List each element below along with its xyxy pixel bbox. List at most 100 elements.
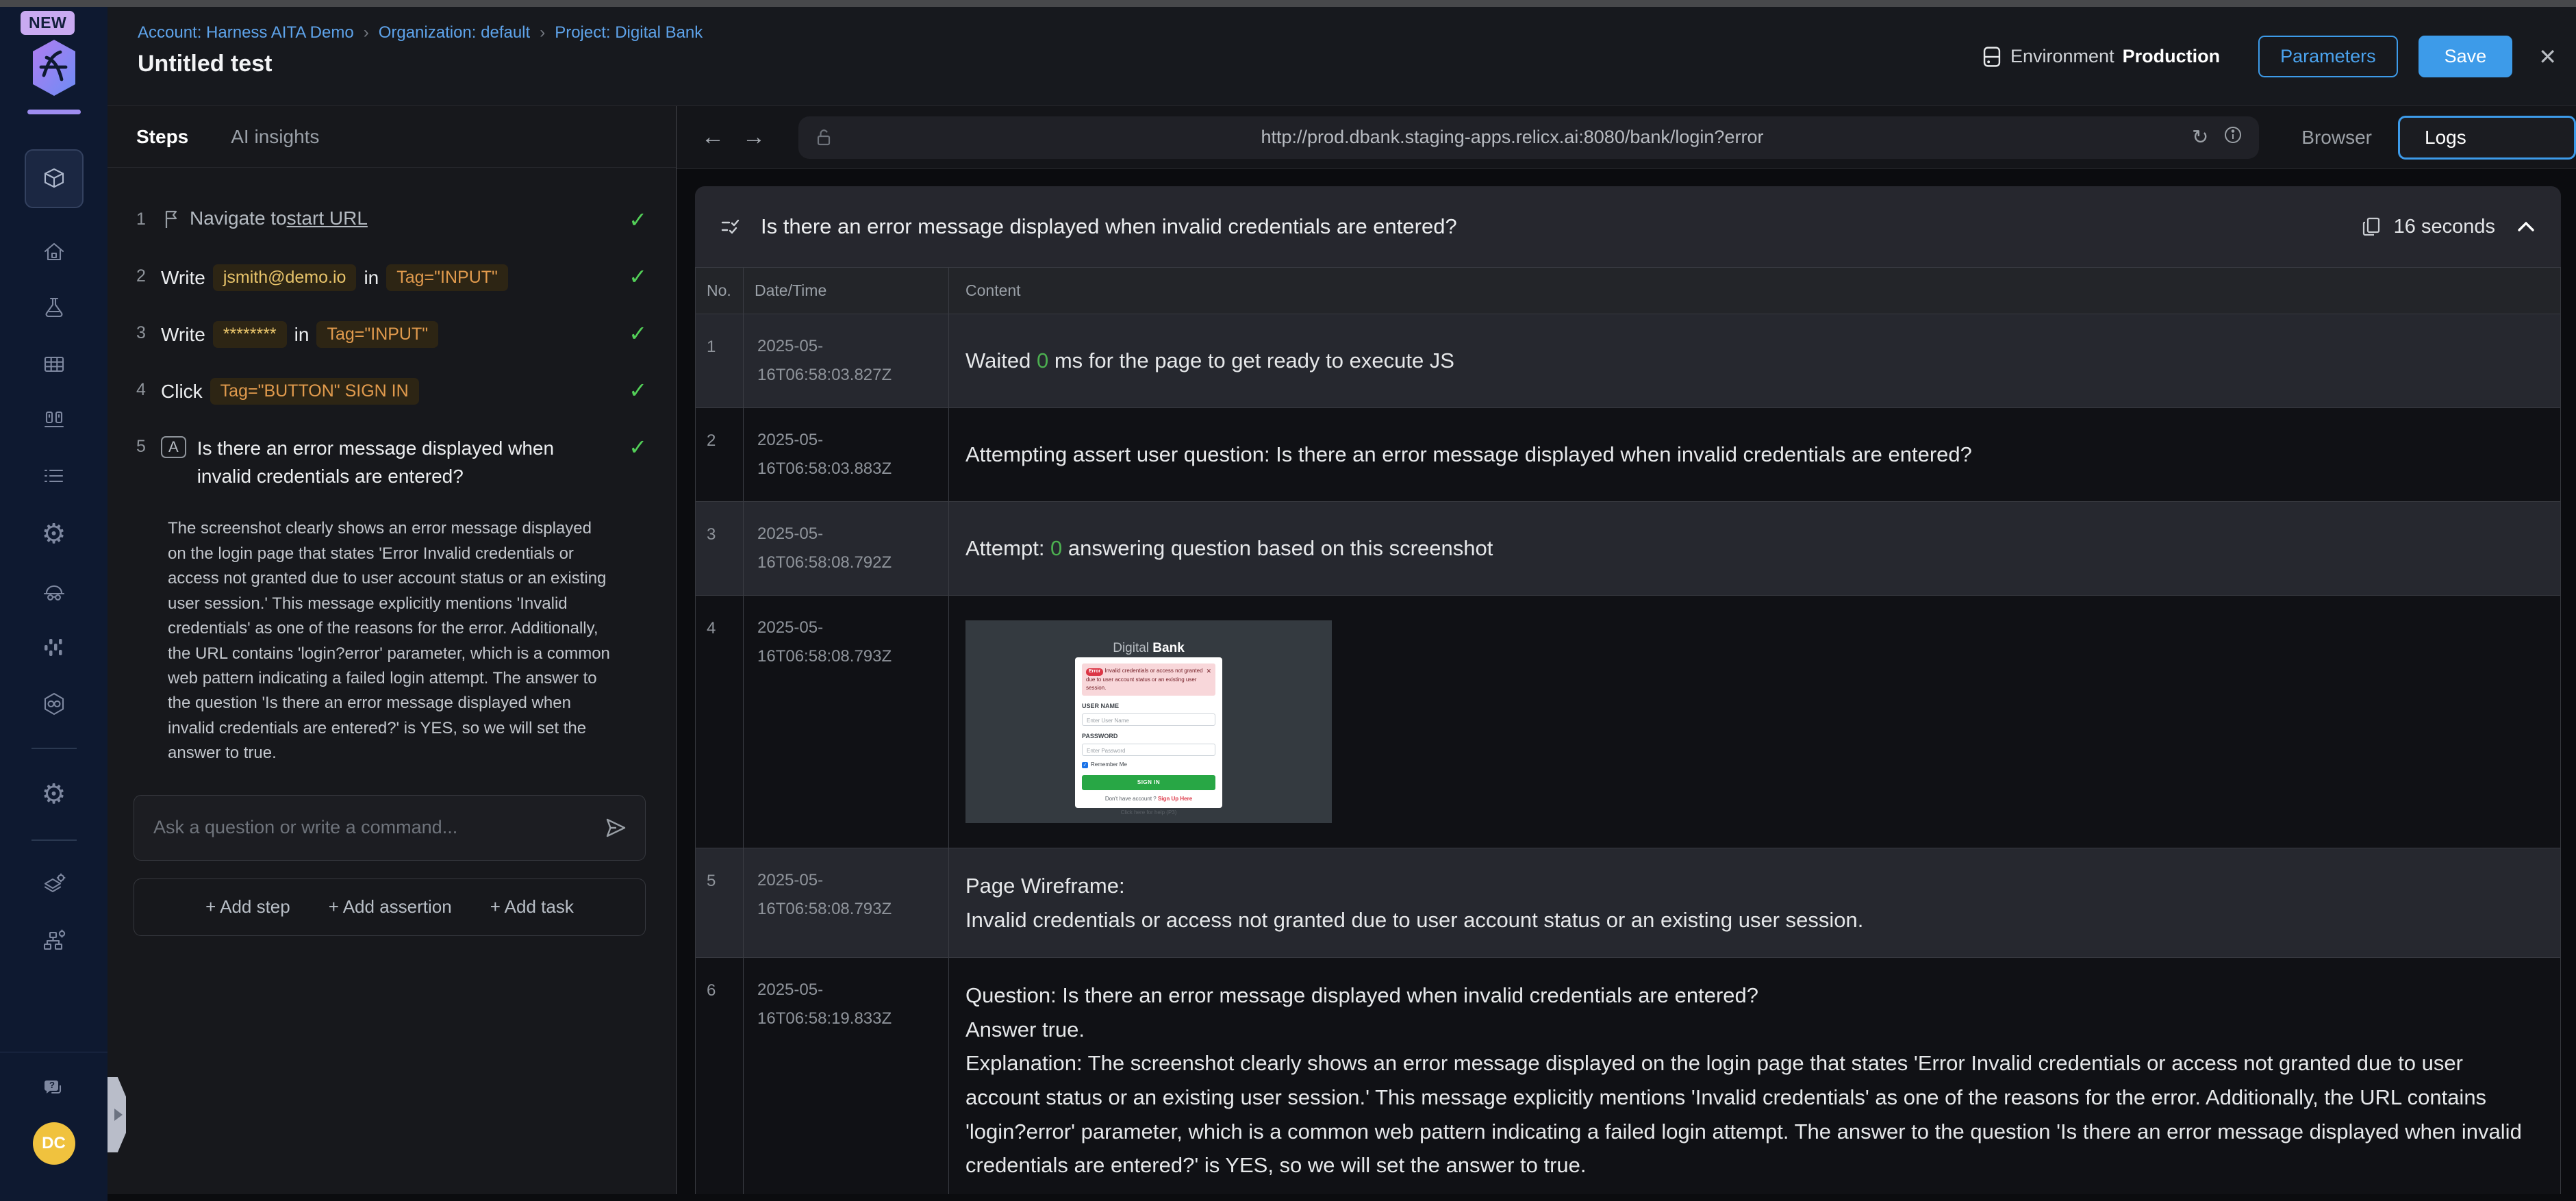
row-number: 2 [696, 408, 744, 501]
command-input[interactable] [134, 817, 604, 839]
add-step-button[interactable]: + Add step [205, 896, 290, 918]
log-table-header: No. Date/Time Content [696, 268, 2560, 314]
sidebar-item-settings[interactable]: ⚙ [42, 520, 66, 548]
breadcrumb: Account: Harness AITA Demo › Organizatio… [138, 23, 703, 42]
thumb-checkbox-icon: ✓ [1082, 762, 1088, 769]
step-verb: Click [161, 380, 203, 402]
thumb-password-input: Enter Password [1082, 744, 1215, 757]
add-task-button[interactable]: + Add task [490, 896, 574, 918]
duration-badge: 16 seconds [2393, 215, 2495, 238]
left-nav-sidebar: NEW ⚙ ⚙ ? DC [0, 7, 108, 1201]
save-button[interactable]: Save [2418, 36, 2513, 77]
sidebar-item-network-settings[interactable] [42, 928, 66, 953]
sidebar-item-layers-settings[interactable] [42, 872, 66, 897]
start-url-link[interactable]: start URL [287, 207, 368, 229]
step-value-badge: ******** [212, 321, 287, 348]
url-text[interactable]: http://prod.dbank.staging-apps.relicx.ai… [833, 127, 2192, 148]
forward-icon[interactable]: → [742, 124, 766, 151]
module-box-icon [44, 168, 64, 188]
step-number: 2 [136, 266, 146, 286]
step-number: 1 [136, 210, 146, 229]
sidebar-item-home[interactable] [42, 240, 66, 264]
step-connector: in [294, 323, 310, 345]
checklist-icon [721, 219, 740, 234]
row-number: 6 [696, 958, 744, 1194]
breadcrumb-account[interactable]: Account: Harness AITA Demo [138, 23, 354, 42]
sidebar-bottom-section: ? DC [0, 1052, 108, 1201]
thumb-help-line: Click here for help (P3) [1120, 809, 1177, 816]
step-verb: Write [161, 323, 205, 345]
logs-view-button[interactable]: Logs [2398, 115, 2576, 160]
main-panel: ← → http://prod.dbank.staging-apps.relic… [677, 106, 2576, 1194]
thumb-signin-button: SIGN IN [1082, 775, 1215, 791]
breadcrumb-organization[interactable]: Organization: default [379, 23, 530, 42]
sidebar-item-list[interactable] [42, 464, 66, 489]
harness-logo[interactable] [29, 38, 79, 101]
sidebar-item-stages[interactable] [42, 408, 66, 433]
thumb-brand: Digital Bank [1113, 641, 1185, 655]
parameters-button[interactable]: Parameters [2258, 36, 2398, 77]
sidebar-item-chaos[interactable] [42, 635, 66, 660]
sidebar-item-flask[interactable] [42, 296, 66, 320]
row-content: Question: Is there an error message disp… [965, 983, 2522, 1178]
log-row-1: 1 2025-05- 16T06:58:03.827Z Waited 0 ms f… [696, 314, 2560, 407]
step-row-1[interactable]: 1 Navigate to start URL ✓ [108, 207, 676, 234]
step-selector-badge: Tag="INPUT" [316, 321, 439, 348]
step-row-3[interactable]: 3 Write ******** in Tag="INPUT" ✓ [108, 321, 676, 348]
step-success-check-icon: ✓ [629, 378, 647, 403]
thumb-signup-line: Don't have account ? Sign Up Here [1104, 796, 1193, 802]
row-datetime: 2025-05- 16T06:58:03.827Z [744, 314, 949, 407]
tab-ai-insights[interactable]: AI insights [231, 126, 319, 148]
breadcrumb-separator: › [363, 23, 369, 42]
send-icon[interactable] [604, 816, 645, 839]
thumb-username-label: USER NAME [1082, 702, 1120, 709]
screenshot-thumbnail[interactable]: Digital Bank Error Invalid credentials o… [965, 620, 1332, 823]
thumb-error-badge: Error [1086, 668, 1104, 676]
address-bar[interactable]: http://prod.dbank.staging-apps.relicx.ai… [798, 116, 2260, 159]
lock-open-icon [817, 129, 831, 145]
sidebar-item-cd[interactable] [42, 692, 66, 716]
environment-icon [1983, 46, 2001, 67]
browser-view-button[interactable]: Browser [2285, 117, 2388, 158]
step-success-check-icon: ✓ [629, 207, 647, 232]
log-row-4: 4 2025-05- 16T06:58:08.793Z Digital Bank … [696, 595, 2560, 848]
step-success-check-icon: ✓ [629, 435, 647, 459]
sidebar-item-grid[interactable] [42, 352, 66, 377]
step-number: 5 [136, 437, 146, 456]
column-header-no: No. [696, 268, 744, 314]
log-row-5: 5 2025-05- 16T06:58:08.793Z Page Wirefram… [696, 848, 2560, 958]
refresh-icon[interactable]: ↻ [2192, 125, 2208, 149]
help-button[interactable]: ? [42, 1077, 66, 1102]
close-icon[interactable]: ✕ [2538, 44, 2557, 70]
sidebar-item-account-settings[interactable]: ⚙ [42, 781, 66, 808]
active-module-underline [27, 110, 81, 114]
copy-icon[interactable] [2361, 216, 2382, 238]
add-assertion-button[interactable]: + Add assertion [329, 896, 452, 918]
sidebar-item-incognito[interactable] [42, 579, 66, 604]
collapse-button[interactable] [2516, 219, 2536, 234]
assertion-log-header[interactable]: Is there an error message displayed when… [695, 186, 2561, 267]
step-row-2[interactable]: 2 Write jsmith@demo.io in Tag="INPUT" ✓ [108, 264, 676, 291]
svg-text:?: ? [49, 1080, 55, 1090]
environment-value[interactable]: Production [2123, 46, 2221, 67]
chevron-up-icon [2518, 221, 2534, 231]
thumb-alert-close-icon: ✕ [1206, 668, 1211, 674]
gear-icon: ⚙ [41, 519, 66, 549]
environment-label: Environment [2010, 46, 2114, 66]
user-avatar[interactable]: DC [32, 1122, 75, 1165]
row-number: 5 [696, 848, 744, 958]
breadcrumb-project[interactable]: Project: Digital Bank [555, 23, 703, 42]
back-icon[interactable]: ← [701, 124, 724, 151]
help-chat-icon: ? [44, 1080, 61, 1094]
step-row-4[interactable]: 4 Click Tag="BUTTON" SIGN IN ✓ [108, 378, 676, 405]
steps-tabs: Steps AI insights [108, 106, 676, 168]
panel-expander-handle[interactable] [108, 1077, 126, 1152]
info-icon[interactable] [2223, 125, 2243, 150]
step-connector: in [364, 266, 379, 288]
sidebar-item-module-box[interactable] [24, 149, 84, 208]
step-row-5[interactable]: 5 A Is there an error message displayed … [108, 435, 676, 490]
column-header-content: Content [965, 281, 1021, 299]
row-datetime: 2025-05- 16T06:58:03.883Z [744, 408, 949, 501]
step-selector-badge: Tag="BUTTON" SIGN IN [210, 378, 419, 405]
tab-steps[interactable]: Steps [136, 126, 188, 148]
